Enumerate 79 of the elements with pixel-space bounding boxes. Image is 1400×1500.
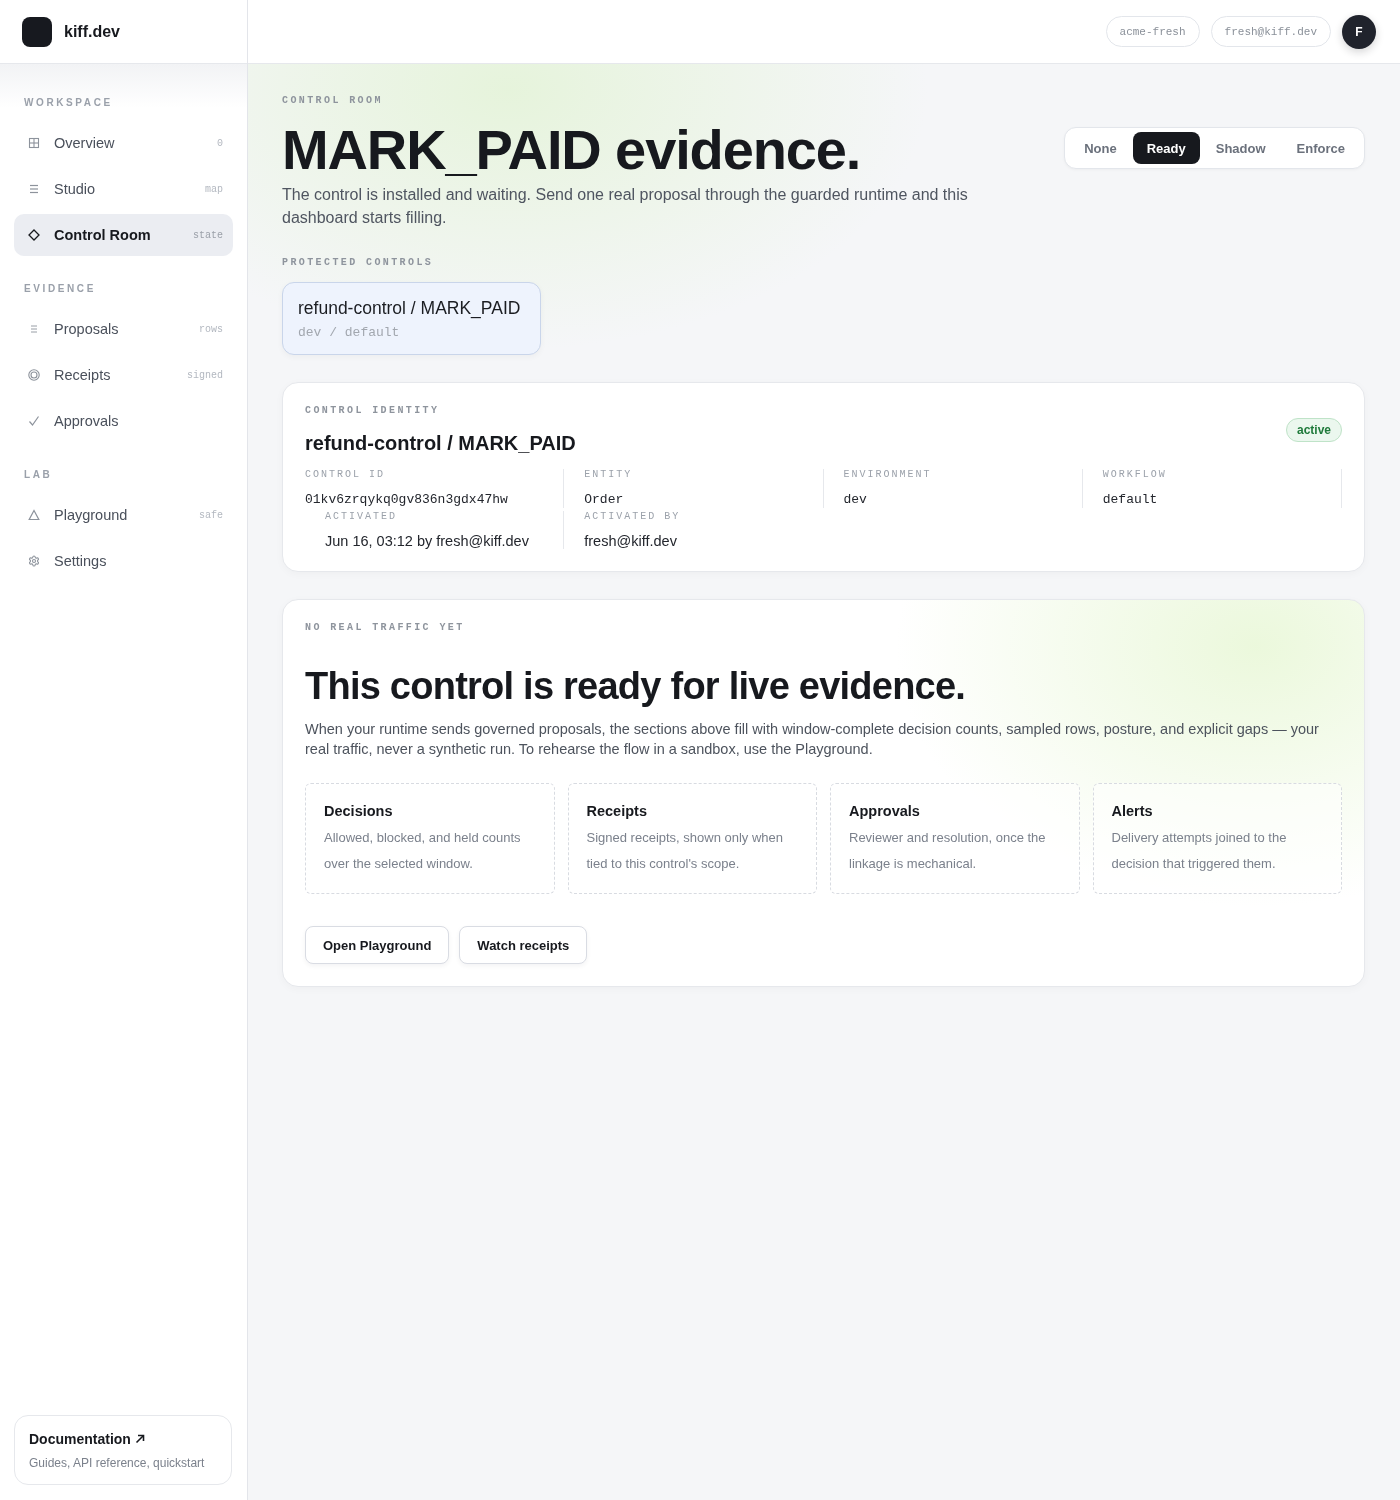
section-title: LAB <box>23 469 54 481</box>
field-label: ACTIVATED <box>325 511 398 523</box>
sidebar-item-hint: 0 <box>217 137 223 149</box>
field-label: CONTROL ID <box>305 469 386 481</box>
field-label: ACTIVATED BY <box>584 511 682 523</box>
feature-text: Delivery attempts joined to the decision that triggered them. <box>1111 829 1288 873</box>
page-subtitle: The control is installed and waiting. Send one real proposal through the guarded runtime and this dashboard starts filling. <box>282 185 969 228</box>
field-value: dev <box>843 492 868 508</box>
documentation-card[interactable]: Documentation Guides, API reference, quickstart <box>14 1415 232 1485</box>
avatar[interactable]: F <box>1342 14 1376 49</box>
field-label: ENTITY <box>584 469 634 481</box>
mode-tab[interactable]: Enforce <box>1281 132 1360 164</box>
control-scope: dev / default <box>298 325 401 340</box>
sidebar-item-label: Playground <box>54 507 129 523</box>
settings-icon <box>28 555 40 567</box>
page-title: MARK_PAID evidence. <box>282 119 862 181</box>
sidebar-item-label: Overview <box>54 135 116 151</box>
section-title: EVIDENCE <box>23 283 97 295</box>
field-label: WORKFLOW <box>1102 469 1168 481</box>
documentation-title: Documentation <box>29 1431 131 1447</box>
feature-title: Alerts <box>1111 803 1154 819</box>
action-button[interactable]: Watch receipts <box>459 926 588 964</box>
feature-title: Decisions <box>324 803 394 819</box>
feature-title: Receipts <box>586 803 648 819</box>
protected-control-card[interactable]: refund-control / MARK_PAID dev / default <box>282 282 541 355</box>
sidebar-item[interactable]: Proposals rows <box>14 308 233 350</box>
mode-tab[interactable]: Ready <box>1132 132 1200 164</box>
sidebar-item[interactable]: Settings <box>14 540 233 582</box>
documentation-subtitle: Guides, API reference, quickstart <box>29 1456 206 1470</box>
section-label: PROTECTED CONTROLS <box>282 257 435 269</box>
check-icon <box>28 415 40 427</box>
ring-icon <box>28 369 40 381</box>
feature-text: Reviewer and resolution, once the linkage is mechanical. <box>849 829 1047 873</box>
empty-state-text: When your runtime sends governed proposals, the sections above fill with window-complete decision counts, sampled rows, posture, and explicit gaps — your real traffic, never a synthetic run. To rehearse the flow in a sandbox, use the Playground. <box>305 720 1320 759</box>
sidebar-item[interactable]: Receipts signed <box>14 354 233 396</box>
status-badge: active <box>1285 418 1342 442</box>
card-label: NO REAL TRAFFIC YET <box>305 622 466 634</box>
triangle-icon <box>28 509 40 521</box>
sidebar-item[interactable]: Studio map <box>14 168 233 210</box>
sidebar-item-hint: rows <box>199 323 223 335</box>
control-name: refund-control / MARK_PAID <box>298 298 522 319</box>
sidebar-item-label: Settings <box>54 553 108 569</box>
feature-text: Signed receipts, shown only when tied to this control's scope. <box>586 829 785 873</box>
diamond-icon <box>28 229 40 241</box>
field-value: Order <box>584 492 625 508</box>
sidebar-item-hint: state <box>193 229 223 241</box>
sidebar-item-hint: safe <box>199 509 223 521</box>
logo-icon <box>22 16 52 47</box>
sidebar-item-label: Studio <box>54 181 97 197</box>
field-label: ENVIRONMENT <box>843 469 933 481</box>
card-title: refund-control / MARK_PAID <box>305 431 576 455</box>
field-value: 01kv6zrqykq0gv836n3gdx47hw <box>305 492 509 508</box>
section-title: WORKSPACE <box>23 97 114 109</box>
menu-icon <box>28 183 40 195</box>
mode-tab[interactable]: None <box>1069 132 1132 164</box>
feature-title: Approvals <box>849 803 921 819</box>
field-value: Jun 16, 03:12 by fresh@kiff.dev <box>325 533 530 549</box>
empty-state-title: This control is ready for live evidence. <box>305 664 967 709</box>
sidebar-item[interactable]: Overview 0 <box>14 122 233 164</box>
list-icon <box>28 323 40 335</box>
page-eyebrow: CONTROL ROOM <box>282 95 384 107</box>
feature-text: Allowed, blocked, and held counts over the selected window. <box>324 829 522 873</box>
diagonal-arrow-icon <box>134 1434 145 1444</box>
card-label: CONTROL IDENTITY <box>305 405 441 417</box>
sidebar-item-hint: signed <box>187 369 223 381</box>
action-button[interactable]: Open Playground <box>305 926 450 964</box>
sidebar-item-hint: map <box>205 183 223 195</box>
brand-name: kiff.dev <box>64 22 120 41</box>
sidebar-item-label: Proposals <box>54 321 120 337</box>
grid-icon <box>28 137 40 149</box>
sidebar-item-label: Control Room <box>54 227 152 243</box>
sidebar-item-label: Approvals <box>54 413 120 429</box>
sidebar-item[interactable]: Playground safe <box>14 494 233 536</box>
sidebar-item-label: Receipts <box>54 367 112 383</box>
field-value: default <box>1102 492 1159 508</box>
field-value: fresh@kiff.dev <box>584 533 678 549</box>
sidebar-item[interactable]: Approvals <box>14 400 233 442</box>
sidebar-item[interactable]: Control Room state <box>14 214 233 256</box>
mode-tab[interactable]: Shadow <box>1200 132 1281 164</box>
